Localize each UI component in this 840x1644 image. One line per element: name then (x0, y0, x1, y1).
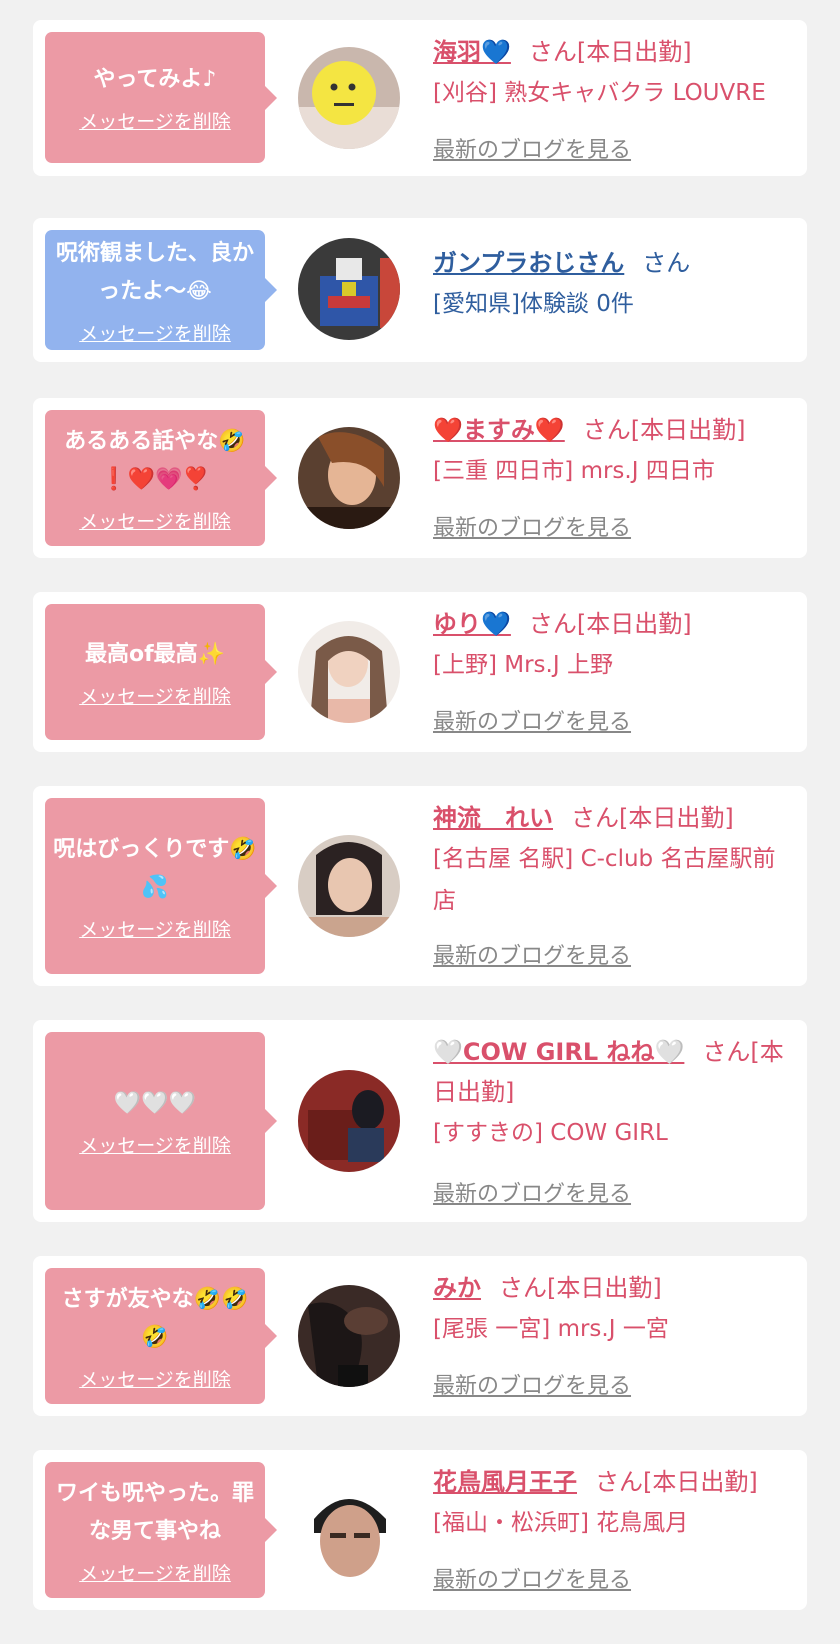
message-bubble: 最高of最高✨ メッセージを削除 (45, 604, 277, 740)
profile-info: 花鳥風月王子 さん[本日出勤] [福山・松浜町] 花鳥風月 (433, 1462, 793, 1544)
latest-blog-link[interactable]: 最新のブログを見る (433, 510, 631, 542)
message-text: ワイも呪やった。罪な男て事やね (55, 1480, 254, 1544)
profile-info: 🤍COW GIRL ねね🤍 さん[本日出勤] [すすきの] COW GIRL (433, 1032, 793, 1154)
profile-info: ❤️ますみ❤️ さん[本日出勤] [三重 四日市] mrs.J 四日市 (433, 410, 793, 492)
message-card: 呪術観ました、良かったよ〜😂 メッセージを削除 ガンプラおじさん さん [愛知県]… (33, 218, 807, 362)
delete-message-link[interactable]: メッセージを削除 (79, 682, 231, 709)
avatar[interactable] (298, 1479, 400, 1581)
profile-info: ガンプラおじさん さん [愛知県]体験談 0件 (433, 243, 793, 325)
shop-label: [上野] Mrs.J 上野 (433, 652, 613, 678)
message-list: やってみよ♪ メッセージを削除 海羽💙 さん[本日出勤] [刈谷] 熟女キャバクラ… (0, 0, 840, 1644)
profile-name-link[interactable]: ガンプラおじさん (433, 249, 624, 277)
message-card: 最高of最高✨ メッセージを削除 ゆり💙 さん[本日出勤] [上野] Mrs.J … (33, 592, 807, 752)
profile-info: 神流 れい さん[本日出勤] [名古屋 名駅] C-club 名古屋駅前店 (433, 798, 793, 922)
profile-name-link[interactable]: みか (433, 1274, 481, 1302)
message-card: 呪はびっくりです🤣💦 メッセージを削除 神流 れい さん[本日出勤] [名古屋 名… (33, 786, 807, 986)
message-text: 最高of最高✨ (84, 641, 226, 667)
message-card: ワイも呪やった。罪な男て事やね メッセージを削除 花鳥風月王子 さん[本日出勤] … (33, 1450, 807, 1610)
message-bubble: 呪術観ました、良かったよ〜😂 メッセージを削除 (45, 230, 277, 350)
honorific: さん (642, 249, 691, 277)
message-card: さすが友やな🤣🤣🤣 メッセージを削除 みか さん[本日出勤] [尾張 一宮] mr… (33, 1256, 807, 1416)
message-text: 呪はびっくりです🤣💦 (53, 836, 257, 900)
honorific: さん[本日出勤] (571, 804, 734, 832)
profile-info: 海羽💙 さん[本日出勤] [刈谷] 熟女キャバクラ LOUVRE (433, 32, 793, 114)
shop-label: [愛知県]体験談 0件 (433, 291, 634, 317)
shop-label: [福山・松浜町] 花鳥風月 (433, 1510, 689, 1536)
latest-blog-link[interactable]: 最新のブログを見る (433, 1368, 631, 1400)
message-bubble: あるある話やな🤣❗❤️💗❣️ メッセージを削除 (45, 410, 277, 546)
profile-name-link[interactable]: 🤍COW GIRL ねね🤍 (433, 1038, 684, 1066)
avatar[interactable] (298, 47, 400, 149)
message-card: 🤍🤍🤍 メッセージを削除 🤍COW GIRL ねね🤍 さん[本日出勤] [すすきの… (33, 1020, 807, 1222)
latest-blog-link[interactable]: 最新のブログを見る (433, 1176, 631, 1208)
honorific: さん[本日出勤] (595, 1468, 758, 1496)
delete-message-link[interactable]: メッセージを削除 (79, 507, 231, 534)
shop-label: [名古屋 名駅] C-club 名古屋駅前店 (433, 846, 776, 914)
message-bubble: さすが友やな🤣🤣🤣 メッセージを削除 (45, 1268, 277, 1404)
shop-label: [刈谷] 熟女キャバクラ LOUVRE (433, 80, 766, 106)
message-bubble: やってみよ♪ メッセージを削除 (45, 32, 277, 163)
avatar[interactable] (298, 427, 400, 529)
profile-name-link[interactable]: ❤️ますみ❤️ (433, 416, 565, 444)
message-card: やってみよ♪ メッセージを削除 海羽💙 さん[本日出勤] [刈谷] 熟女キャバクラ… (33, 20, 807, 176)
profile-name-link[interactable]: ゆり💙 (433, 610, 511, 638)
honorific: さん[本日出勤] (528, 38, 692, 66)
message-text: やってみよ♪ (93, 67, 217, 92)
message-bubble: 🤍🤍🤍 メッセージを削除 (45, 1032, 277, 1210)
delete-message-link[interactable]: メッセージを削除 (79, 1365, 231, 1392)
honorific: さん[本日出勤] (499, 1274, 662, 1302)
message-card: あるある話やな🤣❗❤️💗❣️ メッセージを削除 ❤️ますみ❤️ さん[本日出勤] … (33, 398, 807, 558)
delete-message-link[interactable]: メッセージを削除 (79, 915, 231, 942)
latest-blog-link[interactable]: 最新のブログを見る (433, 132, 631, 164)
delete-message-link[interactable]: メッセージを削除 (79, 1131, 231, 1158)
avatar[interactable] (298, 835, 400, 937)
shop-label: [三重 四日市] mrs.J 四日市 (433, 458, 715, 484)
avatar[interactable] (298, 238, 400, 340)
delete-message-link[interactable]: メッセージを削除 (79, 107, 231, 134)
message-text: さすが友やな🤣🤣🤣 (61, 1286, 249, 1350)
honorific: さん[本日出勤] (528, 610, 692, 638)
message-text: あるある話やな🤣❗❤️💗❣️ (64, 428, 246, 492)
delete-message-link[interactable]: メッセージを削除 (79, 1559, 231, 1586)
message-text: 🤍🤍🤍 (113, 1090, 197, 1116)
latest-blog-link[interactable]: 最新のブログを見る (433, 704, 631, 736)
avatar[interactable] (298, 621, 400, 723)
latest-blog-link[interactable]: 最新のブログを見る (433, 938, 631, 970)
message-bubble: 呪はびっくりです🤣💦 メッセージを削除 (45, 798, 277, 974)
message-bubble: ワイも呪やった。罪な男て事やね メッセージを削除 (45, 1462, 277, 1598)
avatar[interactable] (298, 1070, 400, 1172)
shop-label: [尾張 一宮] mrs.J 一宮 (433, 1316, 669, 1342)
profile-name-link[interactable]: 花鳥風月王子 (433, 1468, 577, 1496)
avatar[interactable] (298, 1285, 400, 1387)
shop-label: [すすきの] COW GIRL (433, 1120, 668, 1146)
honorific: さん[本日出勤] (582, 416, 746, 444)
latest-blog-link[interactable]: 最新のブログを見る (433, 1562, 631, 1594)
profile-info: みか さん[本日出勤] [尾張 一宮] mrs.J 一宮 (433, 1268, 793, 1350)
delete-message-link[interactable]: メッセージを削除 (79, 319, 231, 346)
profile-info: ゆり💙 さん[本日出勤] [上野] Mrs.J 上野 (433, 604, 793, 686)
message-text: 呪術観ました、良かったよ〜😂 (55, 240, 254, 304)
profile-name-link[interactable]: 海羽💙 (433, 38, 511, 66)
profile-name-link[interactable]: 神流 れい (433, 804, 553, 832)
